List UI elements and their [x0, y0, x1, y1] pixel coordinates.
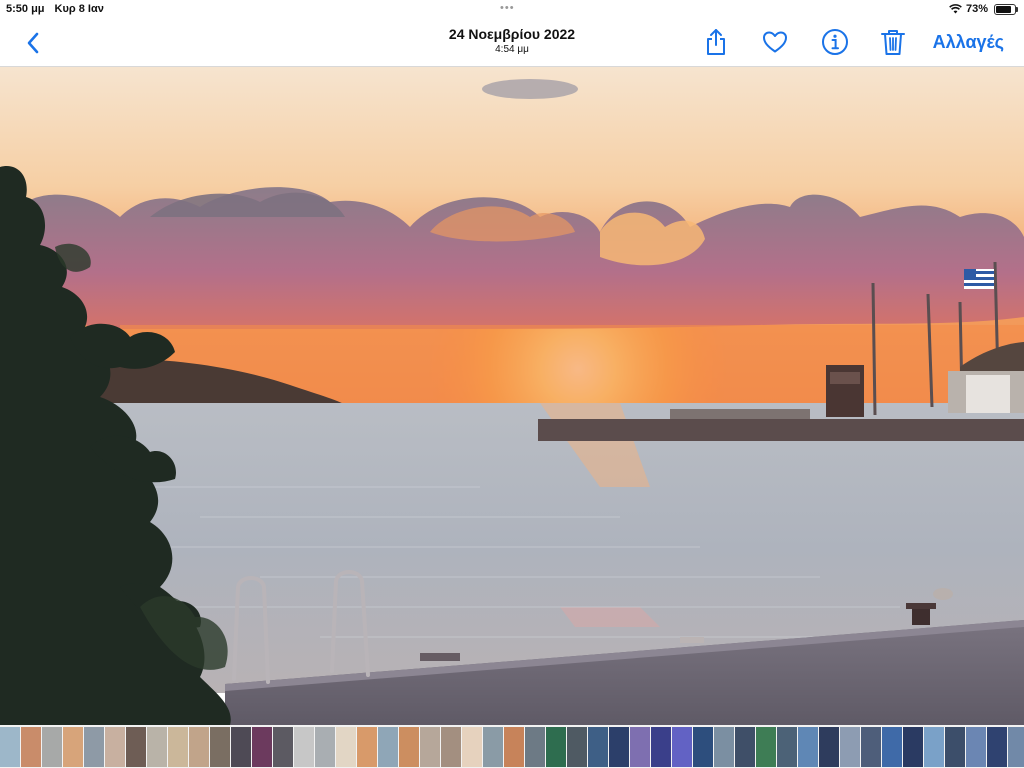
thumbnail[interactable] [798, 726, 818, 767]
thumbnail[interactable] [483, 726, 503, 767]
battery-cap [1016, 6, 1018, 12]
wifi-icon [949, 4, 962, 14]
share-icon [707, 29, 725, 55]
thumbnail[interactable] [21, 726, 41, 767]
thumbnail[interactable] [882, 726, 902, 767]
thumbnail[interactable] [567, 726, 587, 767]
thumbnail[interactable] [126, 726, 146, 767]
thumbnail[interactable] [420, 726, 440, 767]
thumbnail[interactable] [252, 726, 272, 767]
thumbnail[interactable] [1008, 726, 1024, 767]
thumbnail[interactable] [630, 726, 650, 767]
thumbnail[interactable] [735, 726, 755, 767]
thumbnail[interactable] [945, 726, 965, 767]
battery-icon [994, 3, 1018, 15]
back-button[interactable] [18, 28, 48, 58]
thumbnail[interactable] [651, 726, 671, 767]
photo-title: 24 Νοεμβρίου 2022 4:54 μμ [412, 26, 612, 55]
thumbnail[interactable] [714, 726, 734, 767]
thumbnail[interactable] [273, 726, 293, 767]
info-icon [822, 29, 848, 55]
thumbnail[interactable] [294, 726, 314, 767]
thumbnail[interactable] [315, 726, 335, 767]
thumbnail[interactable] [819, 726, 839, 767]
thumbnail[interactable] [462, 726, 482, 767]
photo-viewer[interactable] [0, 67, 1024, 725]
heart-icon [763, 31, 787, 53]
thumbnail[interactable] [441, 726, 461, 767]
sunset-photo [0, 67, 1024, 725]
photo-time: 4:54 μμ [495, 44, 529, 55]
thumbnail[interactable] [672, 726, 692, 767]
thumbnail[interactable] [693, 726, 713, 767]
thumbnail[interactable] [777, 726, 797, 767]
battery-percent: 73% [965, 3, 988, 15]
thumbnail[interactable] [210, 726, 230, 767]
thumbnail[interactable] [546, 726, 566, 767]
thumbnail[interactable] [756, 726, 776, 767]
thumbnail[interactable] [861, 726, 881, 767]
thumbnail[interactable] [84, 726, 104, 767]
multitasking-dots-icon[interactable]: ••• [500, 2, 515, 14]
edit-button[interactable]: Αλλαγές [933, 32, 1004, 53]
thumbnail[interactable] [42, 726, 62, 767]
thumbnail[interactable] [0, 726, 20, 767]
thumbnail[interactable] [63, 726, 83, 767]
thumbnail[interactable] [231, 726, 251, 767]
thumbnail[interactable] [189, 726, 209, 767]
thumbnail[interactable] [903, 726, 923, 767]
status-right: 73% [949, 3, 1018, 15]
delete-button[interactable] [878, 27, 908, 57]
thumbnail[interactable] [399, 726, 419, 767]
status-bar: 5:50 μμ Κυρ 8 Ιαν ••• 73% [0, 0, 1024, 20]
thumbnail[interactable] [105, 726, 125, 767]
thumbnail[interactable] [525, 726, 545, 767]
thumbnail[interactable] [609, 726, 629, 767]
thumbnail-strip[interactable] [0, 725, 1024, 768]
photo-date: 24 Νοεμβρίου 2022 [448, 26, 576, 42]
chevron-left-icon [27, 32, 39, 54]
thumbnail[interactable] [840, 726, 860, 767]
status-time: 5:50 μμ [6, 3, 45, 15]
status-date: Κυρ 8 Ιαν [54, 3, 104, 15]
thumbnail[interactable] [378, 726, 398, 767]
thumbnail[interactable] [966, 726, 986, 767]
favorite-button[interactable] [760, 27, 790, 57]
thumbnail[interactable] [987, 726, 1007, 767]
thumbnail[interactable] [147, 726, 167, 767]
nav-bar: 24 Νοεμβρίου 2022 4:54 μμ Αλλαγές [0, 20, 1024, 66]
thumbnail[interactable] [924, 726, 944, 767]
thumbnail[interactable] [168, 726, 188, 767]
thumbnail[interactable] [357, 726, 377, 767]
battery-fill [996, 5, 1011, 13]
thumbnail[interactable] [588, 726, 608, 767]
thumbnail[interactable] [336, 726, 356, 767]
share-button[interactable] [701, 27, 731, 57]
info-button[interactable] [820, 27, 850, 57]
trash-icon [881, 30, 905, 55]
thumbnail[interactable] [504, 726, 524, 767]
status-left: 5:50 μμ Κυρ 8 Ιαν [6, 3, 114, 15]
